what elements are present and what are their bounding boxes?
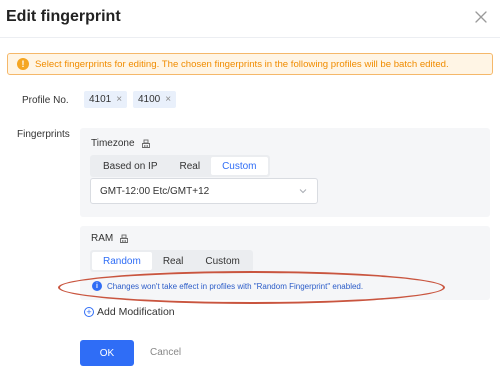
ram-info-note: i Changes won't take effect in profiles … <box>92 281 363 291</box>
timezone-option-real[interactable]: Real <box>168 157 211 175</box>
profile-tag-4100: 4100 × <box>133 91 177 108</box>
cancel-button[interactable]: Cancel <box>150 347 181 358</box>
ram-title-text: RAM <box>91 233 114 244</box>
info-icon: i <box>92 281 102 291</box>
timezone-title-text: Timezone <box>91 138 135 149</box>
tag-remove-icon[interactable]: × <box>116 94 122 105</box>
profile-no-label: Profile No. <box>22 95 69 106</box>
eraser-icon[interactable] <box>119 234 129 244</box>
add-modification-label: Add Modification <box>97 306 175 318</box>
close-icon[interactable] <box>473 9 489 25</box>
dialog-title: Edit fingerprint <box>6 8 121 25</box>
ram-title: RAM <box>91 233 129 244</box>
fingerprints-label: Fingerprints <box>17 129 70 140</box>
profile-tag-label: 4101 <box>89 94 112 105</box>
timezone-select-value: GMT-12:00 Etc/GMT+12 <box>100 185 210 197</box>
plus-circle-icon: + <box>84 307 94 317</box>
add-modification-button[interactable]: + Add Modification <box>84 306 175 318</box>
ok-button[interactable]: OK <box>80 340 134 366</box>
profile-tag-4101: 4101 × <box>84 91 128 108</box>
ram-segmented-control: Random Real Custom <box>90 250 253 272</box>
chevron-down-icon <box>299 189 307 194</box>
ram-panel: RAM Random Real Custom i Changes won't t… <box>80 226 490 300</box>
timezone-segmented-control: Based on IP Real Custom <box>90 155 270 177</box>
timezone-select[interactable]: GMT-12:00 Etc/GMT+12 <box>90 178 318 204</box>
ram-info-text: Changes won't take effect in profiles wi… <box>107 281 364 291</box>
timezone-option-custom[interactable]: Custom <box>211 157 268 175</box>
profile-tag-label: 4100 <box>138 94 161 105</box>
warning-text: Select fingerprints for editing. The cho… <box>35 58 449 70</box>
eraser-icon[interactable] <box>141 139 151 149</box>
ram-option-custom[interactable]: Custom <box>194 252 250 270</box>
tag-remove-icon[interactable]: × <box>165 94 171 105</box>
timezone-title: Timezone <box>91 138 151 149</box>
header-divider <box>0 37 500 38</box>
timezone-panel: Timezone Based on IP Real Custom GMT-12:… <box>80 128 490 217</box>
ram-option-random[interactable]: Random <box>92 252 152 270</box>
warning-icon: ! <box>17 58 29 70</box>
timezone-option-based-on-ip[interactable]: Based on IP <box>92 157 168 175</box>
warning-alert: ! Select fingerprints for editing. The c… <box>7 53 493 75</box>
ram-option-real[interactable]: Real <box>152 252 195 270</box>
